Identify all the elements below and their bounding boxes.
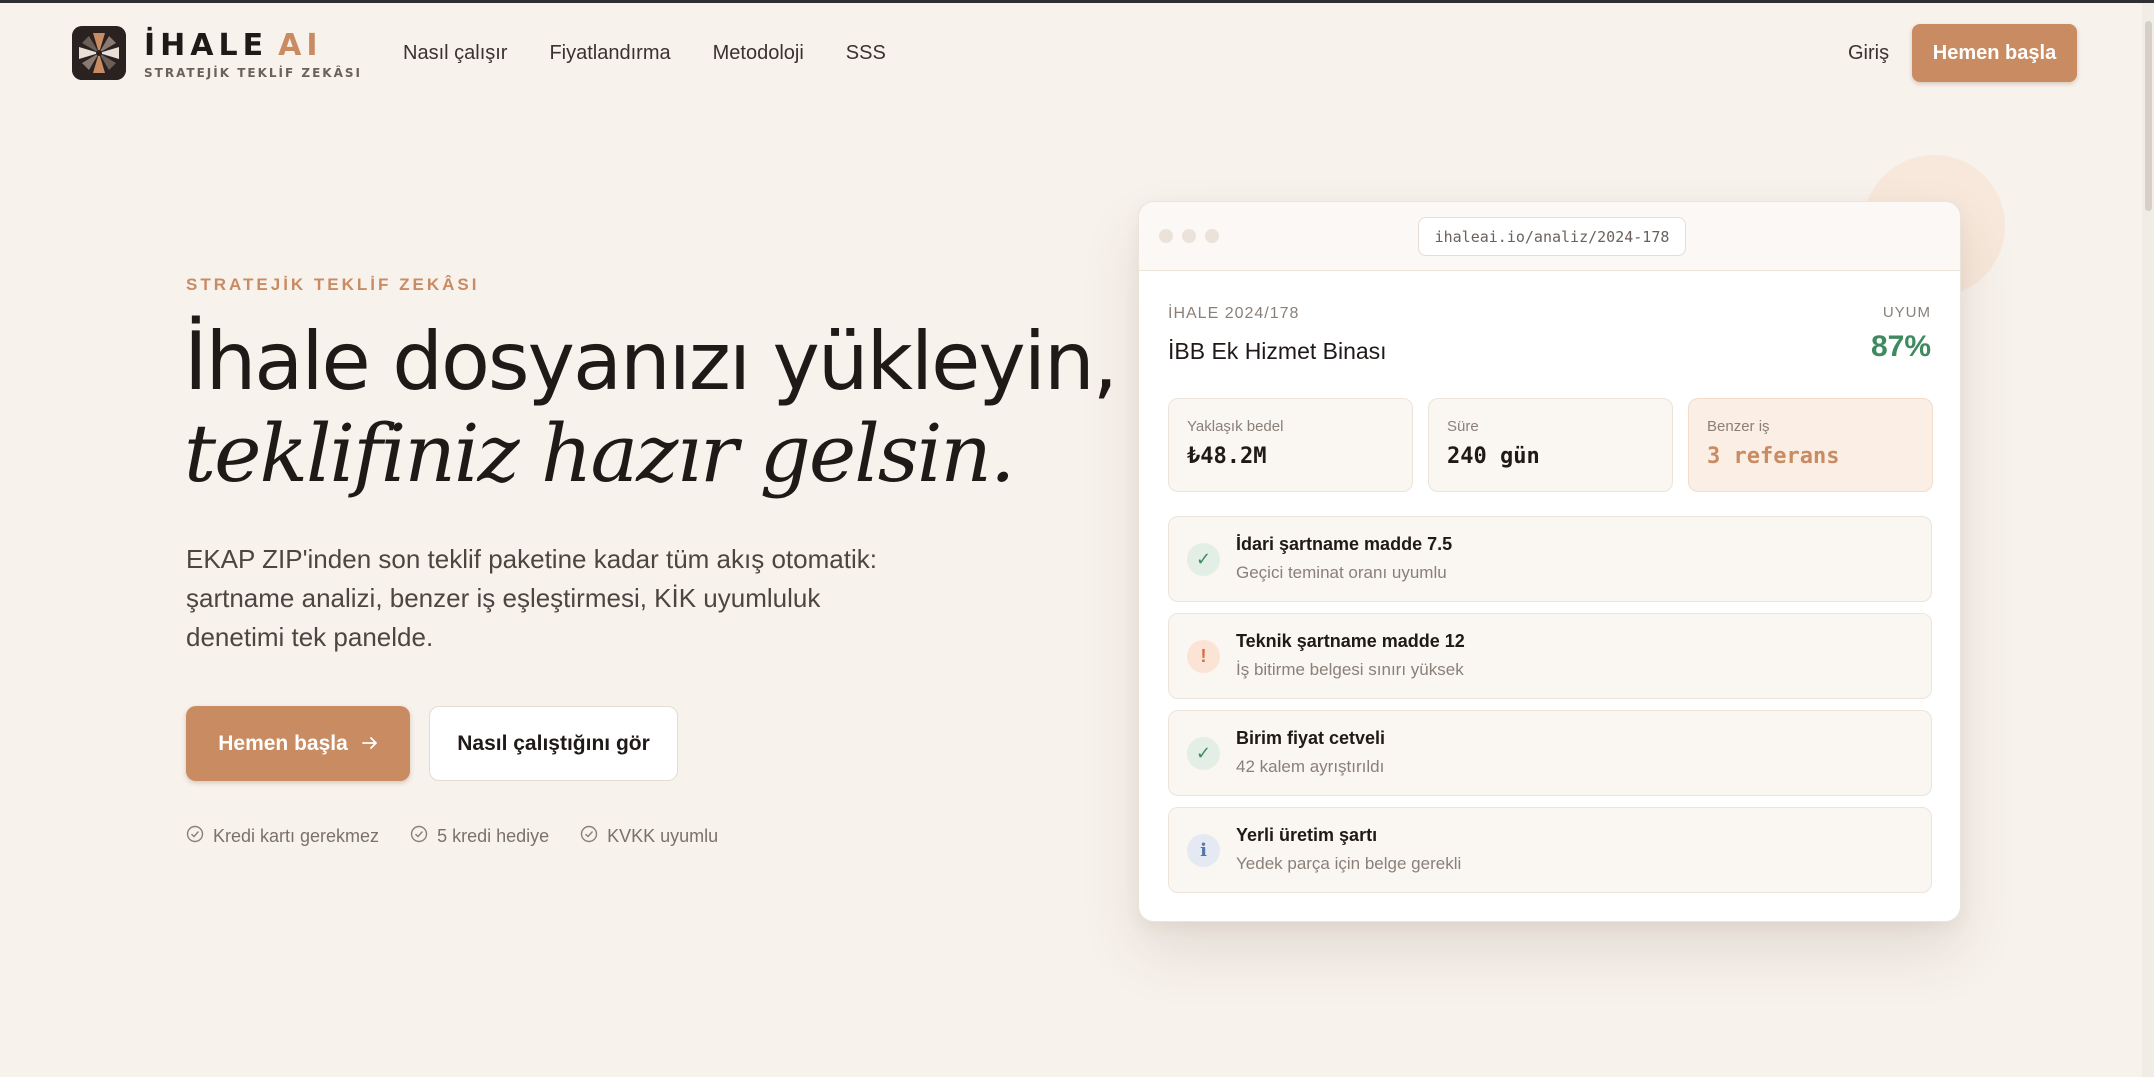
check-row: ✓ İdari şartname madde 7.5 Geçici temina… [1168,516,1932,602]
nav-link-how-it-works[interactable]: Nasıl çalışır [403,42,507,65]
stat-value: ₺48.2M [1187,444,1267,469]
check-title: Teknik şartname madde 12 [1236,631,1465,651]
check-title: Yerli üretim şartı [1236,825,1378,845]
scrollbar-thumb[interactable] [2145,21,2152,211]
window-dot [1205,229,1219,243]
check-subtitle: Geçici teminat oranı uyumlu [1236,563,1447,582]
perk-label: Kredi kartı gerekmez [213,826,380,846]
check-row: ✓ Birim fiyat cetveli 42 kalem ayrıştırı… [1168,710,1932,796]
compliance-label: UYUM [1882,304,1931,321]
check-circle-icon [580,825,598,848]
hero-lead: EKAP ZIP'inden son teklif paketine kadar… [186,540,886,657]
arrow-right-icon [361,732,378,756]
brand-tagline: STRATEJİK TEKLİF ZEKÂSI [144,66,362,80]
check-row: i Yerli üretim şartı Yedek parça için be… [1168,807,1932,893]
perk-item: 5 kredi hediye [410,825,549,848]
info-icon: i [1187,834,1220,867]
brand-name[interactable]: İHALE AI [144,28,323,63]
nav-link-pricing[interactable]: Fiyatlandırma [549,42,670,65]
check-subtitle: İş bitirme belgesi sınırı yüksek [1236,660,1464,679]
window-top-border [0,0,2154,3]
nav-link-methodology[interactable]: Metodoloji [713,42,804,65]
stat-label: Süre [1447,418,1479,435]
hero-headline-line2: teklifiniz hazır gelsin. [184,407,1015,500]
top-nav: İHALE AI STRATEJİK TEKLİF ZEKÂSI Nasıl ça… [72,24,2077,84]
hero-lead-line3: denetimi tek panelde. [186,622,434,652]
check-circle-icon [410,825,428,848]
preview-url: ihaleai.io/analiz/2024-178 [1418,217,1686,256]
how-it-works-button[interactable]: Nasıl çalıştığını gör [429,706,678,781]
preview-titlebar: ihaleai.io/analiz/2024-178 [1139,202,1960,271]
nav-get-started-button[interactable]: Hemen başla [1912,24,2077,82]
perks-list: Kredi kartı gerekmez 5 kredi hediye KVKK… [186,825,718,848]
page-scrollbar[interactable] [2142,3,2154,1077]
stat-estimated-cost: Yaklaşık bedel ₺48.2M [1168,398,1413,492]
hero-headline-line1: İhale dosyanızı yükleyin, [184,315,1118,408]
stat-similar-work: Benzer iş 3 referans [1688,398,1933,492]
compliance-value: 87% [1870,330,1931,363]
check-circle-icon [186,825,204,848]
nav-link-faq[interactable]: SSS [846,42,886,65]
stat-value: 3 referans [1707,444,1840,469]
window-dot [1182,229,1196,243]
check-title: İdari şartname madde 7.5 [1236,534,1453,554]
warning-icon: ! [1187,640,1220,673]
hero-eyebrow: STRATEJİK TEKLİF ZEKÂSI [186,275,480,294]
perk-item: Kredi kartı gerekmez [186,825,379,848]
hero-lead-line2: şartname analizi, benzer iş eşleştirmesi… [186,583,821,613]
check-subtitle: 42 kalem ayrıştırıldı [1236,757,1385,776]
perk-label: 5 kredi hediye [437,826,550,846]
tender-ref: İHALE 2024/178 [1168,305,1300,322]
nav-links: Nasıl çalışır Fiyatlandırma Metodoloji S… [403,42,886,65]
check-icon: ✓ [1187,543,1220,576]
check-icon: ✓ [1187,737,1220,770]
perk-label: KVKK uyumlu [607,826,719,846]
stat-label: Benzer iş [1707,418,1770,435]
hero-get-started-label: Hemen başla [218,731,348,755]
stat-value: 240 gün [1447,444,1540,469]
brand-name-accent: AI [278,28,323,63]
analysis-preview-window: ihaleai.io/analiz/2024-178 İHALE 2024/17… [1138,201,1961,922]
tender-title: İBB Ek Hizmet Binası [1168,338,1387,364]
hero-get-started-button[interactable]: Hemen başla [186,706,410,781]
login-link[interactable]: Giriş [1848,42,1889,65]
check-subtitle: Yedek parça için belge gerekli [1236,854,1462,873]
stat-label: Yaklaşık bedel [1187,418,1284,435]
hero-lead-line1: EKAP ZIP'inden son teklif paketine kadar… [186,544,877,574]
check-title: Birim fiyat cetveli [1236,728,1386,748]
check-row: ! Teknik şartname madde 12 İş bitirme be… [1168,613,1932,699]
stat-duration: Süre 240 gün [1428,398,1673,492]
logo-mark-icon[interactable] [72,26,126,80]
window-dot [1159,229,1173,243]
perk-item: KVKK uyumlu [580,825,718,848]
brand-name-main: İHALE [144,28,269,63]
